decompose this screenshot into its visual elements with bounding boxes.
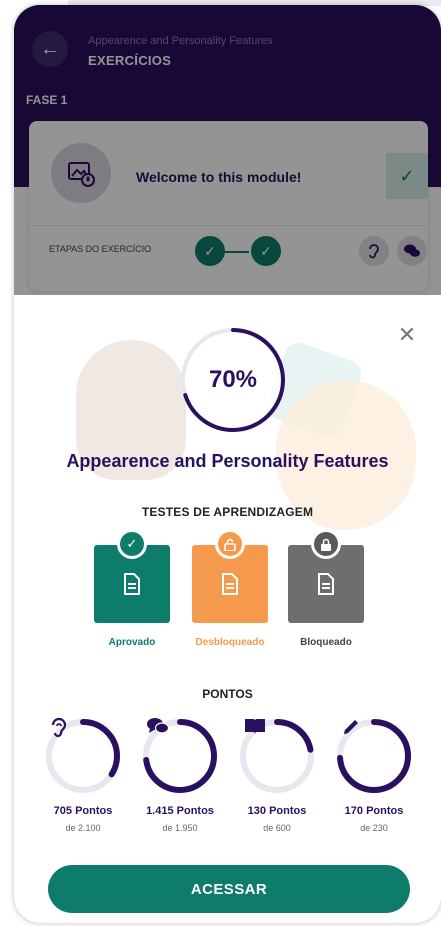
phone-screen: ← Appearence and Personality Features EX… [14,5,441,923]
test-approved[interactable]: ✓ [94,529,170,623]
points-total: de 600 [263,823,291,833]
close-icon: ✕ [397,322,417,347]
test-unlocked-badge [215,529,245,559]
ear-icon [44,717,122,795]
points-value: 170 Pontos [344,805,404,817]
speech-bubbles-icon [141,717,219,795]
test-unlocked[interactable] [192,529,268,623]
pencil-icon [335,717,413,795]
test-locked-badge [311,529,341,559]
points-value: 130 Pontos [247,805,307,817]
document-icon [222,573,238,595]
close-button[interactable]: ✕ [395,322,419,347]
test-locked-label: Bloqueado [300,637,352,648]
points-speaking[interactable]: 1.415 Pontos de 1.950 [135,717,225,847]
test-unlocked-label: Desbloqueado [195,637,265,648]
book-icon [238,717,316,795]
points-value: 1.415 Pontos [146,805,214,817]
unlock-icon [218,532,242,556]
points-reading[interactable]: 130 Pontos de 600 [232,717,322,847]
checkmark-icon: ✓ [120,532,144,556]
points-listening[interactable]: 705 Pontos de 2.100 [38,717,128,847]
modal-module-name: Appearence and Personality Features [66,451,389,471]
points-total: de 230 [360,823,388,833]
document-icon [124,573,140,595]
points-total: de 1.950 [162,823,198,833]
lock-icon [314,532,338,556]
progress-modal: ✕ 70% Appearence and Personality Feature… [14,295,441,923]
tests-title: TESTES DE APRENDIZAGEM [141,505,314,519]
test-approved-label: Aprovado [108,637,156,648]
points-title: PONTOS [202,687,253,701]
test-locked[interactable] [288,529,364,623]
points-value: 705 Pontos [53,805,113,817]
test-approved-badge: ✓ [117,529,147,559]
document-icon [318,573,334,595]
access-button[interactable]: ACESSAR [48,865,410,913]
progress-percent: 70% [208,366,258,393]
points-total: de 2.100 [65,823,101,833]
points-writing[interactable]: 170 Pontos de 230 [329,717,419,847]
